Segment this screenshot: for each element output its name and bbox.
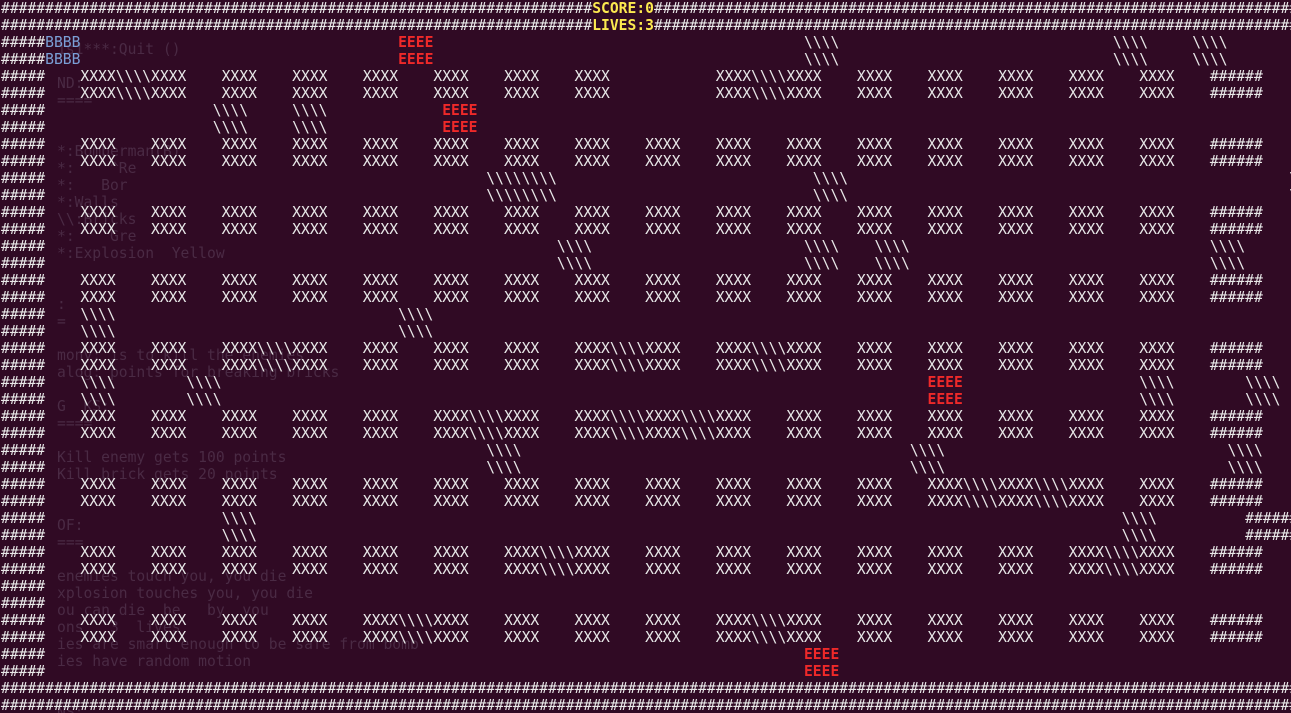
board-row: ##### \\\\ \\\\ EEEE \\\\ \\\\ ###### xyxy=(1,374,1281,391)
game-board: ########################################… xyxy=(1,0,1291,713)
board-row: ##### \\\\ \\\\ ###### xyxy=(1,323,1291,340)
board-row: ##### XXXX XXXX XXXX XXXX XXXX\\\\XXXX X… xyxy=(1,629,1263,646)
board-row: ##### \\\\\\\\ \\\\ \\\\ ###### xyxy=(1,170,1291,187)
board-row: ##### XXXX XXXX XXXX XXXX XXXX\\\\XXXX X… xyxy=(1,612,1263,629)
board-row: ##### XXXX XXXX XXXX XXXX XXXX XXXX XXXX… xyxy=(1,153,1263,170)
board-row: ##### XXXX XXXX XXXX XXXX XXXX XXXX XXXX… xyxy=(1,476,1263,493)
bomberman: BBBB xyxy=(45,51,81,68)
board-row: ##### \\\\ \\\\ \\\\ \\\\ ###### xyxy=(1,255,1291,272)
bomberman: BBBB xyxy=(45,34,81,51)
board-row: ##### \\\\ \\\\ EEEE EEEE ###### xyxy=(1,119,478,136)
board-row: ##### XXXX\\\\XXXX XXXX XXXX XXXX XXXX X… xyxy=(1,68,1263,85)
board-row: ##### XXXX XXXX XXXX XXXX XXXX XXXX\\\\X… xyxy=(1,425,1263,442)
board-row: ##### \\\\ \\\\ ###### xyxy=(1,306,1291,323)
board-row: ##### XXXX XXXX XXXX\\\\XXXX XXXX XXXX X… xyxy=(1,357,1263,374)
board-row: ##### XXXX XXXX XXXX XXXX XXXX XXXX XXXX… xyxy=(1,544,1263,561)
enemy: EEEE xyxy=(803,663,840,680)
board-row: ##### \\\\ \\\\ \\\\ ###### xyxy=(1,442,1291,459)
board-row: ##### XXXX XXXX XXXX XXXX XXXX XXXX\\\\X… xyxy=(1,408,1263,425)
board-row: ########################################… xyxy=(1,697,1291,713)
board-row: ##### \\\\ \\\\ \\\\ \\\\ ###### xyxy=(1,238,1291,255)
board-row: ##### \\\\ \\\\ EEEE \\\\ \\\\ ###### xyxy=(1,391,1281,408)
hud-text: LIVES:3 xyxy=(592,17,654,34)
terminal-screen: 1s1***:Quit () ND: ==== *:Bomberman(B) *: ^R… xyxy=(0,0,1291,713)
enemy: EEEE xyxy=(927,374,963,391)
board-row: ##### ###### xyxy=(1,595,1291,612)
board-row: ##### EEEE ###### xyxy=(1,663,840,680)
board-row: ##### XXXX XXXX XXXX XXXX XXXX XXXX XXXX… xyxy=(1,204,1263,221)
board-row: ##### ###### xyxy=(1,578,1291,595)
board-row: ########################################… xyxy=(1,0,1291,17)
board-row: ##### XXXX XXXX XXXX XXXX XXXX XXXX XXXX… xyxy=(1,289,1263,306)
board-row: #####BBBB EEEE \\\\ \\\\ \\\\ \\\\###### xyxy=(1,51,1228,68)
enemy: EEEE xyxy=(398,34,434,51)
board-row: ##### \\\\\\\\ \\\\ \\\\ ###### xyxy=(1,187,1291,204)
hud-text: SCORE:0 xyxy=(592,0,654,17)
board-row: ##### \\\\ \\\\ ###### xyxy=(1,510,1291,527)
board-row: ##### XXXX XXXX XXXX XXXX XXXX XXXX XXXX… xyxy=(1,136,1263,153)
enemy: EEEE xyxy=(398,51,434,68)
enemy: EEEE xyxy=(927,391,963,408)
board-row: ##### EEEE ###### xyxy=(1,646,840,663)
board-row: ##### \\\\ \\\\ \\\\ ###### xyxy=(1,459,1291,476)
board-row: ########################################… xyxy=(1,17,1291,34)
board-row: ##### XXXX XXXX XXXX XXXX XXXX XXXX XXXX… xyxy=(1,272,1263,289)
board-row: ##### XXXX XXXX XXXX XXXX XXXX XXXX XXXX… xyxy=(1,561,1263,578)
board-row: ########################################… xyxy=(1,680,1291,697)
board-row: ##### \\\\ \\\\ ###### xyxy=(1,527,1291,544)
board-row: ##### \\\\ \\\\ EEEE EEEE ###### xyxy=(1,102,478,119)
enemy: EEEE xyxy=(442,102,478,119)
enemy: EEEE xyxy=(803,646,840,663)
board-row: #####BBBB EEEE \\\\ \\\\ \\\\ \\\\###### xyxy=(1,34,1228,51)
board-row: ##### XXXX XXXX XXXX\\\\XXXX XXXX XXXX X… xyxy=(1,340,1263,357)
board-row: ##### XXXX XXXX XXXX XXXX XXXX XXXX XXXX… xyxy=(1,493,1263,510)
board-row: ##### XXXX\\\\XXXX XXXX XXXX XXXX XXXX X… xyxy=(1,85,1263,102)
enemy: EEEE xyxy=(442,119,478,136)
board-row: ##### XXXX XXXX XXXX XXXX XXXX XXXX XXXX… xyxy=(1,221,1263,238)
